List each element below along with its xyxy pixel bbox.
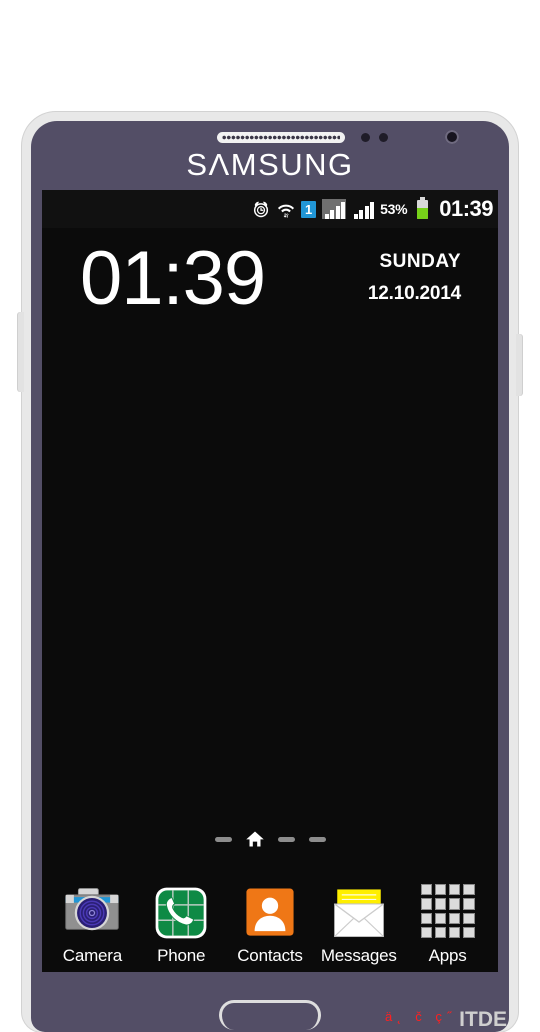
sim-badge-label: 1 bbox=[301, 200, 317, 218]
contacts-person-icon[interactable] bbox=[241, 884, 299, 942]
home-button[interactable] bbox=[219, 1000, 321, 1030]
dock-item-apps[interactable]: Apps bbox=[406, 882, 490, 966]
page-indicator-dot-1[interactable] bbox=[214, 836, 232, 842]
clock-widget-date: 12.10.2014 bbox=[367, 283, 461, 304]
camera-icon[interactable] bbox=[63, 884, 121, 942]
apps-grid-icon[interactable] bbox=[419, 884, 477, 942]
status-bar-clock-text: 01:39 bbox=[439, 196, 493, 221]
page-indicator-dot-4[interactable] bbox=[308, 836, 326, 842]
clock-widget[interactable]: 01:39 SUNDAY 12.10.2014 bbox=[42, 238, 498, 328]
dock-item-contacts[interactable]: Contacts bbox=[228, 884, 312, 966]
page-indicator-dot-3[interactable] bbox=[277, 836, 295, 842]
brand-logo: SΛMSUNG bbox=[31, 149, 509, 180]
phone-handset-icon[interactable] bbox=[152, 884, 210, 942]
watermark-text: ä˛ č ç˝ bbox=[385, 1009, 457, 1024]
dock-item-messages[interactable]: Messages bbox=[317, 884, 401, 966]
dock-item-camera[interactable]: Camera bbox=[50, 884, 134, 966]
clock-widget-weekday: SUNDAY bbox=[379, 251, 461, 272]
alarm-clock-icon bbox=[251, 199, 271, 219]
dock-label-messages: Messages bbox=[320, 946, 397, 965]
page-indicator[interactable] bbox=[42, 827, 498, 851]
battery-percent-text: 53% bbox=[380, 201, 408, 217]
battery-percent-label: 53% bbox=[380, 201, 407, 217]
phone-device: SΛMSUNG 1 53% 01:39 01:39 SUNDAY 12.10.2… bbox=[18, 112, 522, 1032]
signal-bars-icon-1 bbox=[322, 199, 347, 219]
phone-screen[interactable]: 1 53% 01:39 01:39 SUNDAY 12.10.2014 Came… bbox=[42, 190, 498, 972]
dock-label-camera: Camera bbox=[62, 946, 123, 965]
brand-logo-text: SΛMSUNG bbox=[186, 147, 354, 182]
proximity-sensor-icon bbox=[361, 133, 370, 142]
battery-icon bbox=[413, 196, 429, 219]
status-bar-clock: 01:39 bbox=[434, 196, 493, 222]
front-camera-icon bbox=[445, 130, 459, 144]
status-bar[interactable]: 1 53% 01:39 bbox=[42, 190, 498, 228]
signal-bars-icon-2 bbox=[352, 200, 375, 219]
brand-logo-a: Λ bbox=[208, 147, 231, 182]
wifi-icon bbox=[277, 199, 295, 219]
light-sensor-icon bbox=[379, 133, 388, 142]
dock-label-contacts: Contacts bbox=[237, 946, 303, 965]
dock-item-phone[interactable]: Phone bbox=[139, 884, 223, 966]
volume-button[interactable] bbox=[18, 312, 24, 392]
dock-label-phone: Phone bbox=[157, 946, 206, 965]
sim-badge: 1 bbox=[301, 200, 317, 218]
dock: Camera Phone Contacts Messages Apps bbox=[42, 882, 498, 966]
home-page-icon[interactable] bbox=[244, 829, 266, 849]
phone-bezel: SΛMSUNG 1 53% 01:39 01:39 SUNDAY 12.10.2… bbox=[31, 121, 509, 1032]
speaker-grille bbox=[222, 135, 340, 140]
power-button[interactable] bbox=[516, 334, 522, 396]
earpiece-speaker bbox=[217, 132, 345, 143]
messages-envelope-icon[interactable] bbox=[330, 884, 388, 942]
dock-label-apps: Apps bbox=[428, 946, 467, 965]
clock-widget-time: 01:39 bbox=[80, 236, 266, 321]
